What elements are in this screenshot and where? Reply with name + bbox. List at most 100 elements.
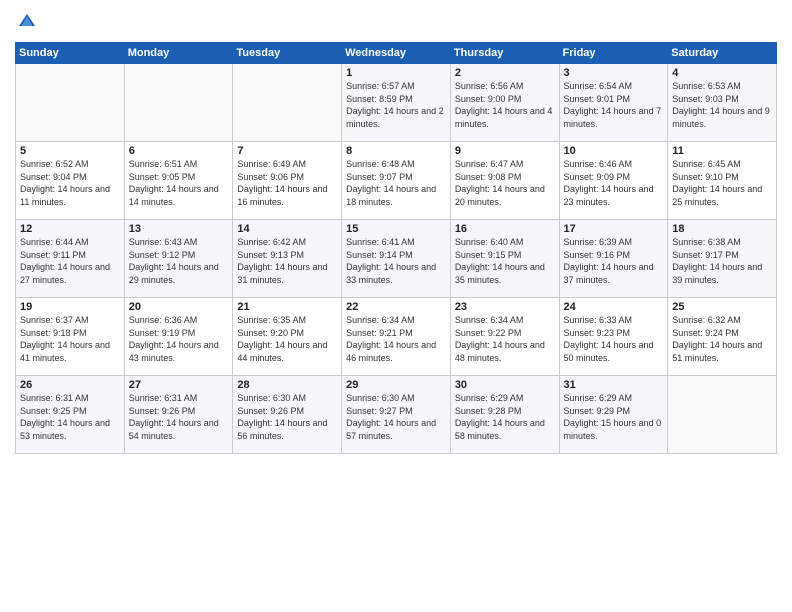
calendar-page: SundayMondayTuesdayWednesdayThursdayFrid… [0, 0, 792, 612]
day-info: Sunrise: 6:34 AMSunset: 9:21 PMDaylight:… [346, 314, 446, 364]
col-header-sunday: Sunday [16, 43, 125, 64]
calendar-header-row: SundayMondayTuesdayWednesdayThursdayFrid… [16, 43, 777, 64]
day-info: Sunrise: 6:40 AMSunset: 9:15 PMDaylight:… [455, 236, 555, 286]
day-number: 8 [346, 145, 446, 157]
day-number: 16 [455, 223, 555, 235]
col-header-monday: Monday [124, 43, 233, 64]
day-number: 15 [346, 223, 446, 235]
day-info: Sunrise: 6:34 AMSunset: 9:22 PMDaylight:… [455, 314, 555, 364]
col-header-saturday: Saturday [668, 43, 777, 64]
day-number: 19 [20, 301, 120, 313]
calendar-cell: 10Sunrise: 6:46 AMSunset: 9:09 PMDayligh… [559, 142, 668, 220]
calendar-table: SundayMondayTuesdayWednesdayThursdayFrid… [15, 42, 777, 454]
day-number: 29 [346, 379, 446, 391]
day-number: 31 [564, 379, 664, 391]
calendar-cell: 15Sunrise: 6:41 AMSunset: 9:14 PMDayligh… [342, 220, 451, 298]
calendar-cell: 14Sunrise: 6:42 AMSunset: 9:13 PMDayligh… [233, 220, 342, 298]
day-info: Sunrise: 6:31 AMSunset: 9:26 PMDaylight:… [129, 392, 229, 442]
calendar-week-row: 19Sunrise: 6:37 AMSunset: 9:18 PMDayligh… [16, 298, 777, 376]
day-number: 9 [455, 145, 555, 157]
day-info: Sunrise: 6:41 AMSunset: 9:14 PMDaylight:… [346, 236, 446, 286]
day-number: 18 [672, 223, 772, 235]
calendar-cell: 28Sunrise: 6:30 AMSunset: 9:26 PMDayligh… [233, 376, 342, 454]
day-number: 13 [129, 223, 229, 235]
day-number: 26 [20, 379, 120, 391]
day-info: Sunrise: 6:29 AMSunset: 9:28 PMDaylight:… [455, 392, 555, 442]
day-info: Sunrise: 6:35 AMSunset: 9:20 PMDaylight:… [237, 314, 337, 364]
day-info: Sunrise: 6:30 AMSunset: 9:26 PMDaylight:… [237, 392, 337, 442]
page-header [15, 10, 777, 34]
calendar-cell: 16Sunrise: 6:40 AMSunset: 9:15 PMDayligh… [450, 220, 559, 298]
calendar-cell: 23Sunrise: 6:34 AMSunset: 9:22 PMDayligh… [450, 298, 559, 376]
day-number: 4 [672, 67, 772, 79]
day-number: 20 [129, 301, 229, 313]
day-info: Sunrise: 6:53 AMSunset: 9:03 PMDaylight:… [672, 80, 772, 130]
day-info: Sunrise: 6:54 AMSunset: 9:01 PMDaylight:… [564, 80, 664, 130]
day-number: 21 [237, 301, 337, 313]
day-info: Sunrise: 6:49 AMSunset: 9:06 PMDaylight:… [237, 158, 337, 208]
calendar-cell: 11Sunrise: 6:45 AMSunset: 9:10 PMDayligh… [668, 142, 777, 220]
calendar-week-row: 12Sunrise: 6:44 AMSunset: 9:11 PMDayligh… [16, 220, 777, 298]
calendar-cell: 25Sunrise: 6:32 AMSunset: 9:24 PMDayligh… [668, 298, 777, 376]
day-info: Sunrise: 6:38 AMSunset: 9:17 PMDaylight:… [672, 236, 772, 286]
calendar-cell: 26Sunrise: 6:31 AMSunset: 9:25 PMDayligh… [16, 376, 125, 454]
calendar-cell: 9Sunrise: 6:47 AMSunset: 9:08 PMDaylight… [450, 142, 559, 220]
day-number: 23 [455, 301, 555, 313]
calendar-cell: 5Sunrise: 6:52 AMSunset: 9:04 PMDaylight… [16, 142, 125, 220]
day-number: 28 [237, 379, 337, 391]
day-info: Sunrise: 6:37 AMSunset: 9:18 PMDaylight:… [20, 314, 120, 364]
calendar-cell: 4Sunrise: 6:53 AMSunset: 9:03 PMDaylight… [668, 64, 777, 142]
day-info: Sunrise: 6:56 AMSunset: 9:00 PMDaylight:… [455, 80, 555, 130]
day-number: 27 [129, 379, 229, 391]
day-info: Sunrise: 6:44 AMSunset: 9:11 PMDaylight:… [20, 236, 120, 286]
day-number: 11 [672, 145, 772, 157]
calendar-cell: 31Sunrise: 6:29 AMSunset: 9:29 PMDayligh… [559, 376, 668, 454]
day-number: 12 [20, 223, 120, 235]
day-info: Sunrise: 6:36 AMSunset: 9:19 PMDaylight:… [129, 314, 229, 364]
calendar-cell [16, 64, 125, 142]
day-number: 17 [564, 223, 664, 235]
day-number: 5 [20, 145, 120, 157]
day-number: 25 [672, 301, 772, 313]
day-number: 24 [564, 301, 664, 313]
day-info: Sunrise: 6:32 AMSunset: 9:24 PMDaylight:… [672, 314, 772, 364]
day-info: Sunrise: 6:47 AMSunset: 9:08 PMDaylight:… [455, 158, 555, 208]
calendar-cell: 30Sunrise: 6:29 AMSunset: 9:28 PMDayligh… [450, 376, 559, 454]
calendar-week-row: 5Sunrise: 6:52 AMSunset: 9:04 PMDaylight… [16, 142, 777, 220]
calendar-cell: 27Sunrise: 6:31 AMSunset: 9:26 PMDayligh… [124, 376, 233, 454]
day-info: Sunrise: 6:39 AMSunset: 9:16 PMDaylight:… [564, 236, 664, 286]
day-number: 7 [237, 145, 337, 157]
day-info: Sunrise: 6:42 AMSunset: 9:13 PMDaylight:… [237, 236, 337, 286]
col-header-thursday: Thursday [450, 43, 559, 64]
calendar-cell: 12Sunrise: 6:44 AMSunset: 9:11 PMDayligh… [16, 220, 125, 298]
calendar-week-row: 26Sunrise: 6:31 AMSunset: 9:25 PMDayligh… [16, 376, 777, 454]
day-number: 3 [564, 67, 664, 79]
day-number: 14 [237, 223, 337, 235]
calendar-cell: 20Sunrise: 6:36 AMSunset: 9:19 PMDayligh… [124, 298, 233, 376]
calendar-cell: 18Sunrise: 6:38 AMSunset: 9:17 PMDayligh… [668, 220, 777, 298]
logo [15, 10, 43, 34]
day-number: 30 [455, 379, 555, 391]
calendar-cell: 6Sunrise: 6:51 AMSunset: 9:05 PMDaylight… [124, 142, 233, 220]
calendar-cell: 29Sunrise: 6:30 AMSunset: 9:27 PMDayligh… [342, 376, 451, 454]
calendar-cell: 21Sunrise: 6:35 AMSunset: 9:20 PMDayligh… [233, 298, 342, 376]
col-header-wednesday: Wednesday [342, 43, 451, 64]
day-info: Sunrise: 6:30 AMSunset: 9:27 PMDaylight:… [346, 392, 446, 442]
day-info: Sunrise: 6:43 AMSunset: 9:12 PMDaylight:… [129, 236, 229, 286]
day-info: Sunrise: 6:57 AMSunset: 8:59 PMDaylight:… [346, 80, 446, 130]
day-info: Sunrise: 6:52 AMSunset: 9:04 PMDaylight:… [20, 158, 120, 208]
day-number: 22 [346, 301, 446, 313]
calendar-cell: 13Sunrise: 6:43 AMSunset: 9:12 PMDayligh… [124, 220, 233, 298]
calendar-cell: 8Sunrise: 6:48 AMSunset: 9:07 PMDaylight… [342, 142, 451, 220]
day-info: Sunrise: 6:45 AMSunset: 9:10 PMDaylight:… [672, 158, 772, 208]
col-header-tuesday: Tuesday [233, 43, 342, 64]
calendar-cell: 2Sunrise: 6:56 AMSunset: 9:00 PMDaylight… [450, 64, 559, 142]
calendar-cell: 7Sunrise: 6:49 AMSunset: 9:06 PMDaylight… [233, 142, 342, 220]
day-number: 10 [564, 145, 664, 157]
calendar-cell [233, 64, 342, 142]
calendar-cell: 22Sunrise: 6:34 AMSunset: 9:21 PMDayligh… [342, 298, 451, 376]
logo-icon [15, 10, 39, 34]
day-number: 1 [346, 67, 446, 79]
calendar-cell: 3Sunrise: 6:54 AMSunset: 9:01 PMDaylight… [559, 64, 668, 142]
day-info: Sunrise: 6:51 AMSunset: 9:05 PMDaylight:… [129, 158, 229, 208]
